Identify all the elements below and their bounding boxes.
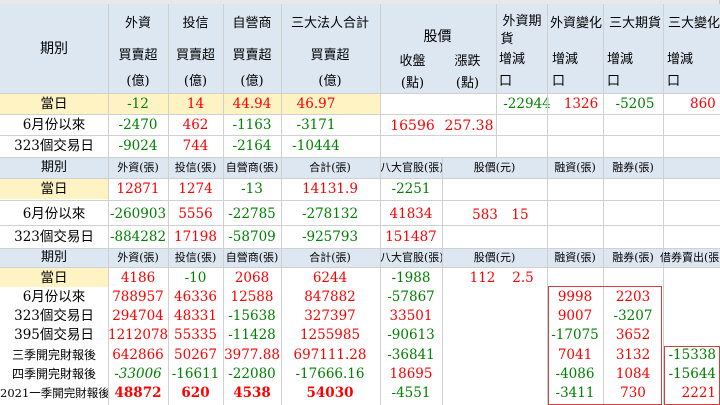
s3-row-total: 54030 [306, 385, 354, 401]
s3-row-it: 55335 [174, 327, 217, 343]
grid-col-a [108, 4, 109, 405]
s3-row-dealer: 3977.88 [224, 347, 280, 363]
s3-row-label: 四季開完財報後 [11, 367, 96, 381]
s3-row-it: -16611 [171, 366, 220, 382]
s3-row-dealer: -22080 [228, 366, 276, 382]
s3-row-dealer: -15638 [228, 308, 276, 324]
grid-row-2 [0, 114, 720, 115]
s3-row-g8: -4551 [391, 385, 431, 401]
s3-row-label: 三季開完財報後 [11, 348, 96, 362]
grid-row-4 [0, 157, 720, 158]
s3-row-total: -17666.16 [295, 366, 365, 382]
s3-row-label: 6月份以來 [22, 289, 86, 305]
s3-row-fi: 1212078 [108, 327, 169, 343]
s3-row-total: 327397 [304, 308, 356, 324]
s3-row-it: 620 [181, 385, 210, 401]
s3-row-fi: 788957 [112, 289, 164, 305]
s3-row-fi: 294704 [112, 308, 164, 324]
s3-row-total: 847882 [304, 289, 356, 305]
s3-row-g8: 18695 [389, 366, 433, 382]
s3-row-dealer: -11428 [228, 327, 276, 343]
s3-row-dealer: 4538 [233, 385, 271, 401]
s3-row-g8: 33501 [389, 308, 433, 324]
s3-margin-short-box [548, 286, 662, 405]
grid-row-8 [0, 248, 720, 249]
grid-col-c [223, 4, 224, 405]
s3-row-dealer: 2068 [234, 270, 270, 286]
s3-row-fi: 642866 [112, 347, 164, 363]
grid-row-5 [0, 178, 720, 179]
s3-row-total: 1255985 [299, 327, 361, 343]
s3-sbl-box [664, 346, 720, 405]
grid-col-d [281, 4, 282, 405]
s3-row-g8: -90613 [387, 327, 435, 343]
s3-row-dealer: 12588 [230, 289, 274, 305]
grid-row-6 [0, 200, 720, 201]
s3-row-total: 6244 [312, 270, 348, 286]
s3-row-fi: 4186 [120, 270, 156, 286]
s3-row-label: 2021一季開完財報後 [0, 386, 110, 400]
grid-col-b [168, 4, 169, 405]
s3-row-label: 323個交易日 [14, 308, 94, 324]
s3-row-it: 48331 [174, 308, 217, 324]
grid-col-e [380, 4, 381, 405]
grid-row-9 [0, 267, 720, 268]
grid-row-3 [0, 135, 720, 136]
s3-row-g8: -36841 [387, 347, 435, 363]
s3-row-g8: -1988 [391, 270, 431, 286]
s3-row-it: 50267 [174, 347, 217, 363]
s3-row-fi: -33006 [114, 366, 162, 382]
spreadsheet: 期別 外資 投信 自營商 三大法人合計 買賣超 買賣超 買賣超 買賣超 (億) … [0, 0, 720, 405]
s3-row-label: 395個交易日 [14, 327, 94, 343]
grid-col-j [663, 4, 664, 405]
grid-col-f [442, 158, 443, 405]
s3-row-total: 697111.28 [293, 347, 367, 363]
s3-row-g8: -57867 [387, 289, 435, 305]
s3-row-label: 當日 [40, 270, 68, 286]
s3-row-it: -10 [184, 270, 207, 286]
s3-row-fi: 48872 [114, 385, 162, 401]
grid-row-1 [0, 93, 720, 94]
grid-row-7 [0, 225, 720, 226]
s3-row-it: 46336 [174, 289, 217, 305]
